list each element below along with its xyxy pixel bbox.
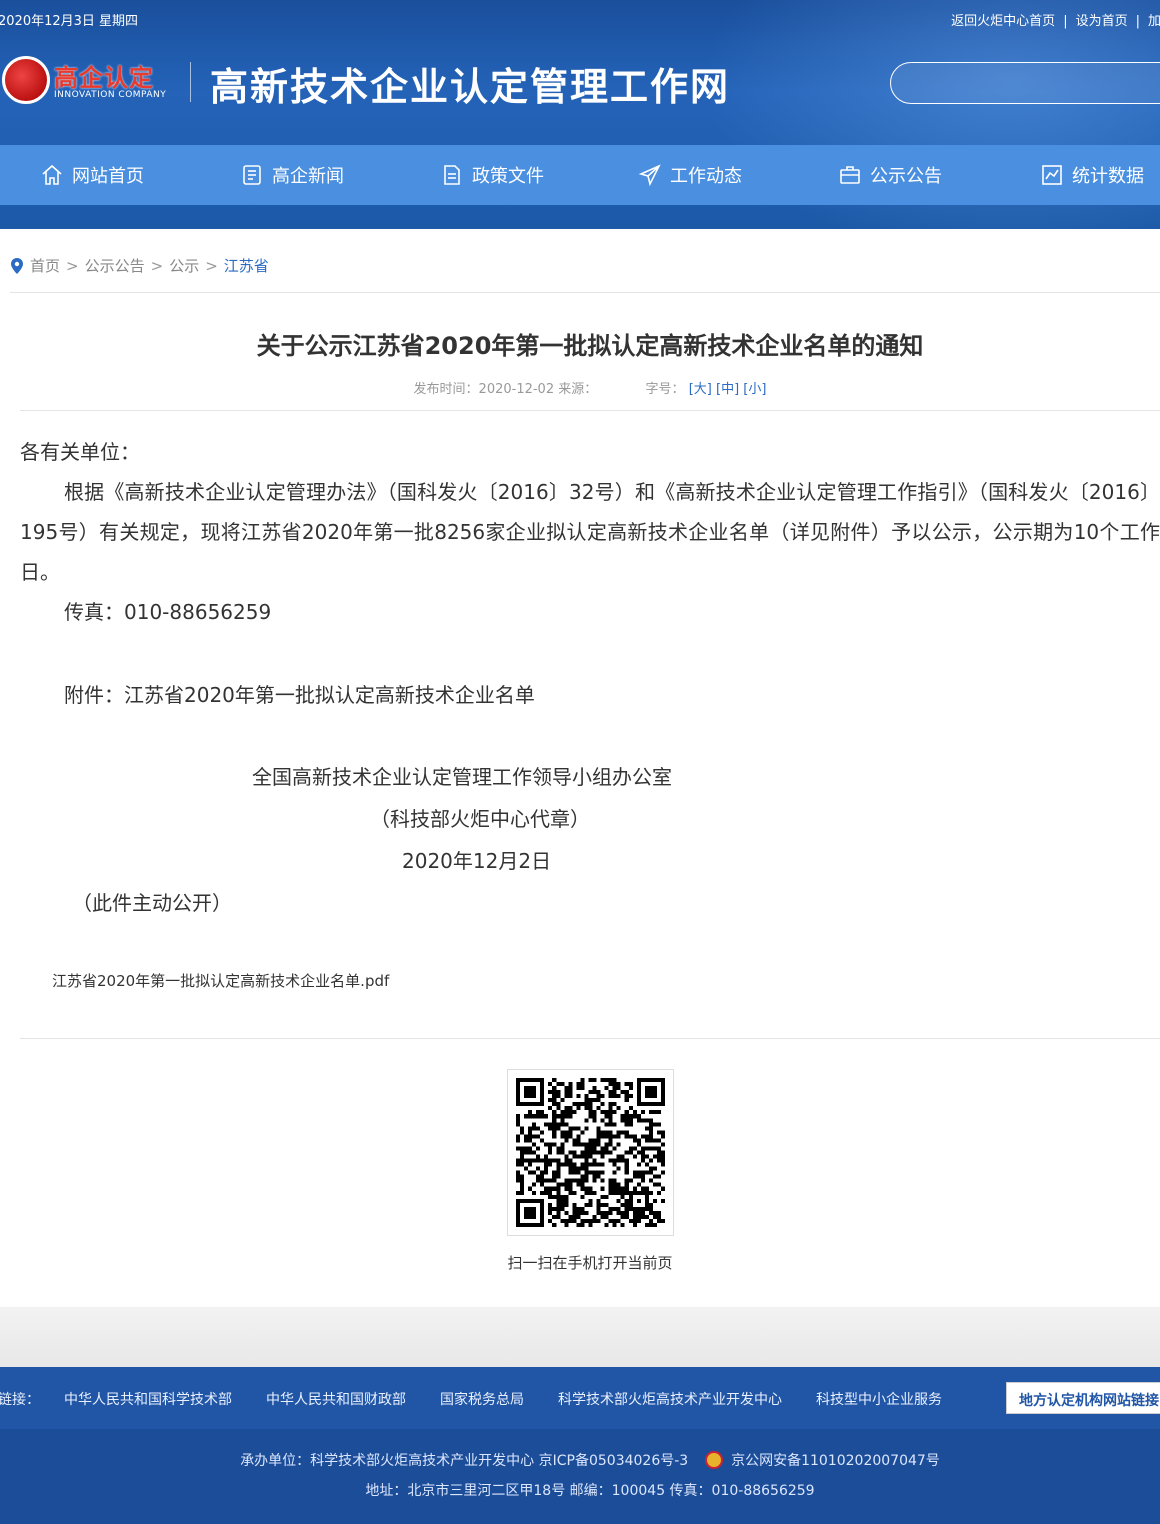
link-torch-center-home[interactable]: 返回火炬中心首页 <box>951 14 1055 29</box>
logo-divider <box>190 62 191 102</box>
paper-plane-icon <box>638 164 661 187</box>
current-date: 2020年12月3日 星期四 <box>0 14 139 29</box>
top-bar: 2020年12月3日 星期四 返回火炬中心首页 | 设为首页 | 加入收藏 <box>0 10 1160 30</box>
breadcrumb-home[interactable]: 首页 <box>30 255 60 276</box>
footer-row-organizer: 承办单位：科学技术部火炬高技术产业开发中心 京ICP备05034026号-3 京… <box>0 1450 1160 1472</box>
source-label: 来源： <box>558 382 598 397</box>
nav-label: 公示公告 <box>870 166 942 187</box>
breadcrumb: 首页 > 公示公告 > 公示 > 江苏省 <box>10 255 269 276</box>
article-issuer: 全国高新技术企业认定管理工作领导小组办公室 <box>252 765 672 789</box>
breadcrumb-separator: > <box>150 256 164 275</box>
article-public-note: （此件主动公开） <box>72 891 232 915</box>
breadcrumb-announcements[interactable]: 公示公告 <box>85 255 145 276</box>
site-header: 2020年12月3日 星期四 返回火炬中心首页 | 设为首页 | 加入收藏 高企认定 I… <box>0 0 1160 229</box>
article-date: 2020年12月2日 <box>402 849 552 873</box>
top-links: 返回火炬中心首页 | 设为首页 | 加入收藏 <box>951 10 1160 29</box>
breadcrumb-current[interactable]: 江苏省 <box>224 255 269 276</box>
article-fax: 传真：010-88656259 <box>64 600 272 624</box>
nav-label: 统计数据 <box>1072 166 1144 187</box>
attachment-file-link[interactable]: 江苏省2020年第一批拟认定高新技术企业名单.pdf <box>52 970 389 991</box>
site-logo[interactable]: 高企认定 INNOVATION COMPANY <box>0 52 180 108</box>
news-icon <box>243 165 261 185</box>
nav-label: 网站首页 <box>72 166 144 187</box>
article-meta: 发布时间：2020-12-02 来源： 字号： [大] [中] [小] <box>0 378 1160 397</box>
article-attachment-note: 附件：江苏省2020年第一批拟认定高新技术企业名单 <box>64 683 535 707</box>
logo-text-cn: 高企认定 <box>54 64 154 92</box>
qr-caption: 扫一扫在手机打开当前页 <box>507 1254 673 1272</box>
nav-label: 政策文件 <box>472 166 544 187</box>
link-sme-service[interactable]: 科技型中小企业服务 <box>816 1389 942 1409</box>
police-record-link[interactable]: 京公网安备11010202007047号 <box>731 1453 940 1469</box>
separator: | <box>1063 14 1068 29</box>
font-size-label: 字号： <box>645 382 685 397</box>
nav-item-home[interactable]: 网站首页 <box>40 145 144 205</box>
article-seal-note: （科技部火炬中心代章） <box>370 807 590 831</box>
nav-item-news[interactable]: 高企新闻 <box>240 145 344 205</box>
nav-label: 工作动态 <box>670 166 742 187</box>
font-size-small[interactable]: [小] <box>743 382 766 397</box>
logo-text-en: INNOVATION COMPANY <box>54 90 167 100</box>
main-nav: 网站首页 高企新闻 政策文件 工作动态 公示公告 统计数据 <box>0 145 1160 205</box>
nav-item-policy[interactable]: 政策文件 <box>440 145 544 205</box>
nav-item-announcements[interactable]: 公示公告 <box>838 145 942 205</box>
publish-label: 发布时间： <box>413 382 479 397</box>
nav-item-work-updates[interactable]: 工作动态 <box>638 145 742 205</box>
link-torch-center[interactable]: 科学技术部火炬高技术产业开发中心 <box>558 1389 782 1409</box>
link-set-homepage[interactable]: 设为首页 <box>1076 14 1128 29</box>
article-salutation: 各有关单位： <box>20 440 140 464</box>
logo-emblem <box>2 56 50 104</box>
site-title: 高新技术企业认定管理工作网 <box>210 64 731 109</box>
document-icon <box>444 165 460 185</box>
police-badge-icon <box>704 1450 723 1469</box>
briefcase-icon <box>840 166 860 184</box>
home-icon <box>42 164 62 185</box>
organizer-text: 承办单位：科学技术部火炬高技术产业开发中心 京ICP备05034026号-3 <box>240 1453 689 1469</box>
qr-code <box>507 1069 674 1236</box>
breadcrumb-publicity[interactable]: 公示 <box>169 255 199 276</box>
footer-links-bar: 相关链接： 中华人民共和国科学技术部 中华人民共和国财政部 国家税务总局 科学技… <box>0 1367 1160 1429</box>
breadcrumb-separator: > <box>205 256 218 275</box>
article-paragraph: 根据《高新技术企业认定管理办法》（国科发火〔2016〕32号）和《高新技术企业认… <box>20 480 1160 584</box>
font-size-large[interactable]: [大] <box>689 382 712 397</box>
chart-icon <box>1042 165 1062 185</box>
footer-decoration <box>0 1307 1160 1367</box>
link-add-favorite[interactable]: 加入收藏 <box>1148 14 1160 29</box>
link-most[interactable]: 中华人民共和国科学技术部 <box>64 1389 232 1409</box>
link-mof[interactable]: 中华人民共和国财政部 <box>266 1389 406 1409</box>
separator: | <box>1135 14 1140 29</box>
footer-row-address: 地址：北京市三里河二区甲18号 邮编：100045 传真：010-8865625… <box>365 1483 815 1499</box>
related-links-label: 相关链接： <box>0 1392 40 1408</box>
article-title: 关于公示江苏省2020年第一批拟认定高新技术企业名单的通知 <box>256 332 924 360</box>
breadcrumb-separator: > <box>66 256 79 275</box>
nav-item-statistics[interactable]: 统计数据 <box>1040 145 1144 205</box>
font-size-medium[interactable]: [中] <box>716 382 739 397</box>
divider <box>20 1038 1160 1039</box>
location-pin-icon <box>11 257 23 274</box>
divider <box>10 292 1160 293</box>
local-agency-links-button[interactable]: 地方认定机构网站链接 <box>1006 1382 1160 1414</box>
nav-label: 高企新闻 <box>272 166 344 187</box>
search-input[interactable] <box>890 62 1160 104</box>
publish-date: 2020-12-02 <box>478 382 555 397</box>
link-tax[interactable]: 国家税务总局 <box>440 1389 524 1409</box>
qr-code-image <box>516 1078 665 1227</box>
footer-info: 承办单位：科学技术部火炬高技术产业开发中心 京ICP备05034026号-3 京… <box>0 1429 1160 1524</box>
divider <box>20 410 1160 411</box>
